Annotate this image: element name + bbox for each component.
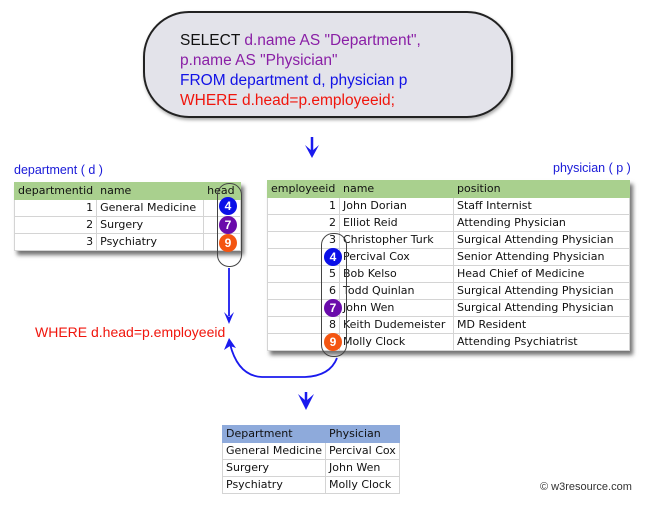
table-row: 3 Psychiatry xyxy=(13,233,242,251)
physician-table-caption: physician ( p ) xyxy=(553,161,631,175)
table-row: 2 Surgery xyxy=(13,216,242,234)
down-arrow-icon xyxy=(305,137,319,158)
table-header-row: employeeid name position xyxy=(267,180,630,198)
cell-name: Todd Quinlan xyxy=(339,282,454,300)
cell-position: Attending Psychiatrist xyxy=(453,333,630,351)
table-row: Psychiatry Molly Clock xyxy=(222,476,400,494)
table-row: 1 General Medicine xyxy=(13,199,242,217)
cell-position: Head Chief of Medicine xyxy=(453,265,630,283)
table-row: General Medicine Percival Cox xyxy=(222,442,400,460)
cell-employeeid: 2 xyxy=(267,214,340,232)
from-clause: FROM department d, physician p xyxy=(180,72,408,89)
result-table-wrapper: Department Physician General Medicine Per… xyxy=(222,425,400,494)
cell-position: Staff Internist xyxy=(453,197,630,215)
where-clause: WHERE d.head=p.employeeid; xyxy=(180,92,395,109)
cell-name: Keith Dudemeister xyxy=(339,316,454,334)
copyright-footer: © w3resource.com xyxy=(540,481,632,493)
cell-name: Psychiatry xyxy=(96,233,205,251)
badge-head-7: 7 xyxy=(219,216,237,234)
column-header: Department xyxy=(222,425,326,443)
cell-employeeid: 1 xyxy=(267,197,340,215)
copyright-icon: © xyxy=(540,481,549,493)
department-table-caption: department ( d ) xyxy=(14,163,103,177)
badge-head-4: 4 xyxy=(219,197,237,215)
department-table: departmentid name head 1 General Medicin… xyxy=(13,182,242,251)
cell-name: Percival Cox xyxy=(339,248,454,266)
cell-department: Surgery xyxy=(222,459,326,477)
cell-name: Surgery xyxy=(96,216,205,234)
cell-departmentid: 2 xyxy=(13,216,98,234)
table-header-row: Department Physician xyxy=(222,425,400,443)
cell-position: Senior Attending Physician xyxy=(453,248,630,266)
cell-physician: Molly Clock xyxy=(325,476,400,494)
site-name: w3resource.com xyxy=(551,481,632,493)
table-row: Surgery John Wen xyxy=(222,459,400,477)
cell-departmentid: 3 xyxy=(13,233,98,251)
cell-name: Bob Kelso xyxy=(339,265,454,283)
badge-employeeid-9: 9 xyxy=(324,333,342,351)
cell-position: MD Resident xyxy=(453,316,630,334)
join-condition-label: WHERE d.head=p.employeeid xyxy=(35,324,226,340)
cell-name: Molly Clock xyxy=(339,333,454,351)
badge-employeeid-4: 4 xyxy=(324,248,342,266)
select-expr-department: d.name AS "Department", xyxy=(244,32,421,49)
department-table-wrapper: departmentid name head 1 General Medicin… xyxy=(13,182,242,251)
cell-departmentid: 1 xyxy=(13,199,98,217)
column-header: name xyxy=(339,180,454,198)
select-expr-physician: p.name AS "Physician" xyxy=(180,52,338,69)
badge-employeeid-7: 7 xyxy=(324,299,342,317)
cell-department: Psychiatry xyxy=(222,476,326,494)
column-header: position xyxy=(453,180,630,198)
cell-position: Surgical Attending Physician xyxy=(453,282,630,300)
table-row: 2 Elliot Reid Attending Physician xyxy=(267,214,630,232)
result-table: Department Physician General Medicine Per… xyxy=(222,425,400,494)
cell-name: General Medicine xyxy=(96,199,205,217)
badge-head-9: 9 xyxy=(219,234,237,252)
cell-position: Attending Physician xyxy=(453,214,630,232)
table-row: 1 John Dorian Staff Internist xyxy=(267,197,630,215)
cell-name: Elliot Reid xyxy=(339,214,454,232)
column-header: employeeid xyxy=(267,180,340,198)
cell-physician: Percival Cox xyxy=(325,442,400,460)
table-header-row: departmentid name head xyxy=(13,182,242,200)
column-header: name xyxy=(96,182,205,200)
cell-name: John Dorian xyxy=(339,197,454,215)
cell-position: Surgical Attending Physician xyxy=(453,299,630,317)
cell-name: John Wen xyxy=(339,299,454,317)
cell-department: General Medicine xyxy=(222,442,326,460)
cell-name: Christopher Turk xyxy=(339,231,454,249)
column-header: departmentid xyxy=(13,182,98,200)
cell-physician: John Wen xyxy=(325,459,400,477)
sql-query: SELECT d.name AS "Department", p.name AS… xyxy=(180,31,421,111)
cell-position: Surgical Attending Physician xyxy=(453,231,630,249)
select-keyword: SELECT xyxy=(180,32,241,49)
column-header: Physician xyxy=(325,425,400,443)
